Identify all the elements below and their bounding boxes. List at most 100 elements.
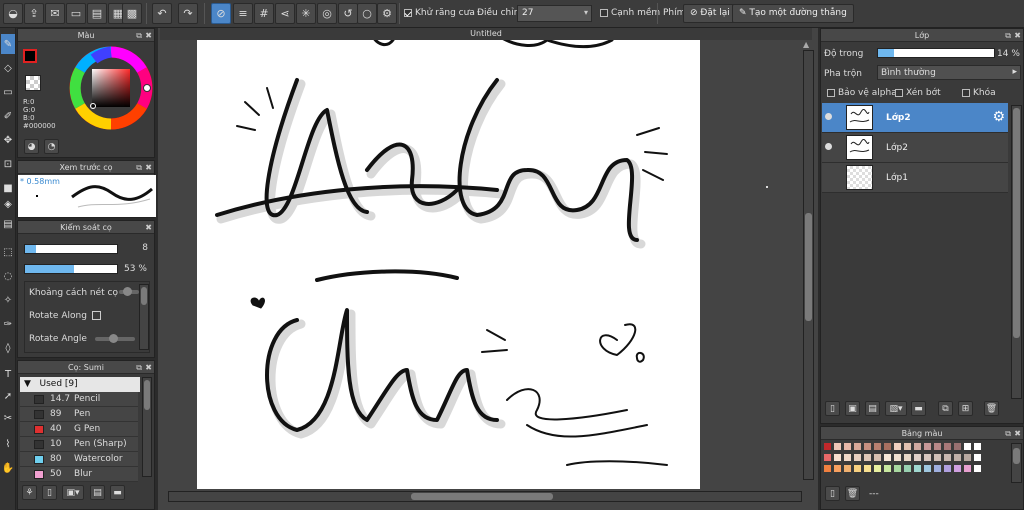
protect-alpha-toggle[interactable]: Bảo vệ alpha xyxy=(827,88,897,98)
snap-off-icon[interactable]: ⊘ xyxy=(211,3,231,24)
palette-swatch[interactable] xyxy=(853,442,862,451)
palette-swatch[interactable] xyxy=(903,464,912,473)
palette-swatch[interactable] xyxy=(863,464,872,473)
eraser-tool-icon[interactable]: ◇ xyxy=(1,58,15,78)
chat-icon[interactable]: ✉ xyxy=(45,3,65,24)
brush-group-header[interactable]: ▼ Used [9] xyxy=(20,377,140,392)
snap-circle-icon[interactable]: ◎ xyxy=(317,3,337,24)
palette-swatch[interactable] xyxy=(823,453,832,462)
gradient-tool-icon[interactable]: ▤ xyxy=(1,214,15,234)
text-tool-icon[interactable]: T xyxy=(1,364,15,384)
smooth-toggle[interactable]: Cạnh mềm xyxy=(600,8,660,18)
spacing-slider[interactable] xyxy=(119,287,139,296)
layer-row[interactable]: Lớp2 xyxy=(822,133,1008,163)
layer-settings-icon[interactable]: ⚙ xyxy=(992,109,1005,125)
brush-list-item[interactable]: 80 Watercolor xyxy=(20,452,138,467)
options-scrollbar[interactable] xyxy=(139,284,149,350)
close-icon[interactable]: ✖ xyxy=(145,221,152,234)
lock-toggle[interactable]: Khóa xyxy=(962,88,996,98)
duplicate-layer-icon[interactable]: ⧉ xyxy=(938,401,953,416)
close-icon[interactable]: ✖ xyxy=(145,361,152,374)
palette-swatch[interactable] xyxy=(943,453,952,462)
palette-swatch[interactable] xyxy=(883,442,892,451)
palette-swatch[interactable] xyxy=(893,464,902,473)
undo-icon[interactable]: ↶ xyxy=(152,3,172,24)
snap-curve-icon[interactable]: ↺ xyxy=(338,3,358,24)
bucket-tool-icon[interactable]: ◈ xyxy=(1,194,15,214)
palette-swatch[interactable] xyxy=(823,442,832,451)
export-icon[interactable]: ⇪ xyxy=(24,3,44,24)
palette-swatch[interactable] xyxy=(913,464,922,473)
grid-icon[interactable]: ▩ xyxy=(122,3,142,24)
close-icon[interactable]: ✖ xyxy=(145,29,152,42)
blend-mode-select[interactable]: Bình thường ▸ xyxy=(877,65,1021,80)
lasso-tool-icon[interactable]: ◌ xyxy=(1,266,15,286)
select-eraser-tool-icon[interactable]: ◊ xyxy=(1,338,15,358)
palette-swatch[interactable] xyxy=(873,442,882,451)
new-layer-icon[interactable]: ▯ xyxy=(825,401,840,416)
palette-swatch[interactable] xyxy=(853,453,862,462)
palette-swatch[interactable] xyxy=(963,464,972,473)
palette-icon[interactable]: ◕ xyxy=(24,139,39,154)
brush-folder-icon[interactable]: ▬ xyxy=(110,485,125,500)
transparent-color-swatch[interactable] xyxy=(25,75,41,91)
palette-swatch[interactable] xyxy=(873,453,882,462)
palette-swatch[interactable] xyxy=(973,453,982,462)
palette-swatch[interactable] xyxy=(833,464,842,473)
visibility-icon[interactable] xyxy=(825,143,832,150)
brush-list-scrollbar[interactable] xyxy=(142,377,152,477)
palette-swatch[interactable] xyxy=(873,464,882,473)
palette-swatch[interactable] xyxy=(853,464,862,473)
expand-icon[interactable]: ⧉ xyxy=(136,361,142,374)
palette-swatch[interactable] xyxy=(823,464,832,473)
straight-line-button[interactable]: ✎ Tạo một đường thẳng xyxy=(732,4,854,23)
operation-tool-icon[interactable]: ➚ xyxy=(1,386,15,406)
palette-swatch[interactable] xyxy=(843,453,852,462)
canvas-horizontal-scrollbar[interactable] xyxy=(168,491,802,502)
color-mode-icon[interactable]: ◔ xyxy=(44,139,59,154)
palette-swatch[interactable] xyxy=(963,442,972,451)
palette-swatch[interactable] xyxy=(933,464,942,473)
redo-icon[interactable]: ↷ xyxy=(178,3,198,24)
merge-layer-icon[interactable]: ⊞ xyxy=(958,401,973,416)
palette-swatch[interactable] xyxy=(893,453,902,462)
palette-swatch[interactable] xyxy=(883,453,892,462)
brush-list-item[interactable]: 14.7 Pencil xyxy=(20,392,138,407)
antialias-toggle[interactable]: Khử răng cưa xyxy=(404,8,475,18)
palette-swatch[interactable] xyxy=(943,464,952,473)
magic-wand-tool-icon[interactable]: ✧ xyxy=(1,290,15,310)
expand-icon[interactable]: ⧉ xyxy=(1005,427,1011,440)
snap-parallel-icon[interactable]: ≡ xyxy=(233,3,253,24)
divide-tool-icon[interactable]: ✂ xyxy=(1,408,15,428)
palette-grid[interactable] xyxy=(822,442,1008,478)
palette-swatch[interactable] xyxy=(943,442,952,451)
close-icon[interactable]: ✖ xyxy=(145,161,152,174)
brush-settings-icon[interactable]: ▤ xyxy=(90,485,105,500)
color-wheel[interactable] xyxy=(68,45,154,131)
rect-select-tool-icon[interactable]: ▭ xyxy=(1,82,15,102)
clip-toggle[interactable]: Xén bớt xyxy=(895,88,941,98)
fill-icon[interactable]: ◒ xyxy=(3,3,23,24)
new-1bit-layer-icon[interactable]: ▤ xyxy=(865,401,880,416)
layer-row[interactable]: Lớp1 xyxy=(822,163,1008,193)
palette-swatch[interactable] xyxy=(843,442,852,451)
drawing-paper[interactable] xyxy=(197,40,700,489)
new-brush-icon[interactable]: ▯ xyxy=(42,485,57,500)
primary-color-swatch[interactable] xyxy=(23,49,37,63)
brush-size-slider[interactable] xyxy=(24,244,118,254)
palette-swatch[interactable] xyxy=(833,453,842,462)
palette-swatch[interactable] xyxy=(953,442,962,451)
palette-swatch[interactable] xyxy=(833,442,842,451)
snap-radial-icon[interactable]: ✳ xyxy=(296,3,316,24)
select-pen-tool-icon[interactable]: ✑ xyxy=(1,314,15,334)
rotate-angle-slider[interactable] xyxy=(95,334,135,343)
visibility-icon[interactable] xyxy=(824,172,833,181)
layer-row[interactable]: Lớp2 ⚙ xyxy=(822,103,1008,133)
comment-icon[interactable]: ▭ xyxy=(66,3,86,24)
palette-swatch[interactable] xyxy=(973,464,982,473)
select-tool-icon[interactable]: ⬚ xyxy=(1,242,15,262)
brush-opacity-slider[interactable] xyxy=(24,264,118,274)
add-brush-icon[interactable]: ⚘ xyxy=(22,485,37,500)
snap-ellipse-icon[interactable]: ○ xyxy=(357,3,377,24)
brush-tool-icon[interactable]: ✎ xyxy=(1,34,15,54)
